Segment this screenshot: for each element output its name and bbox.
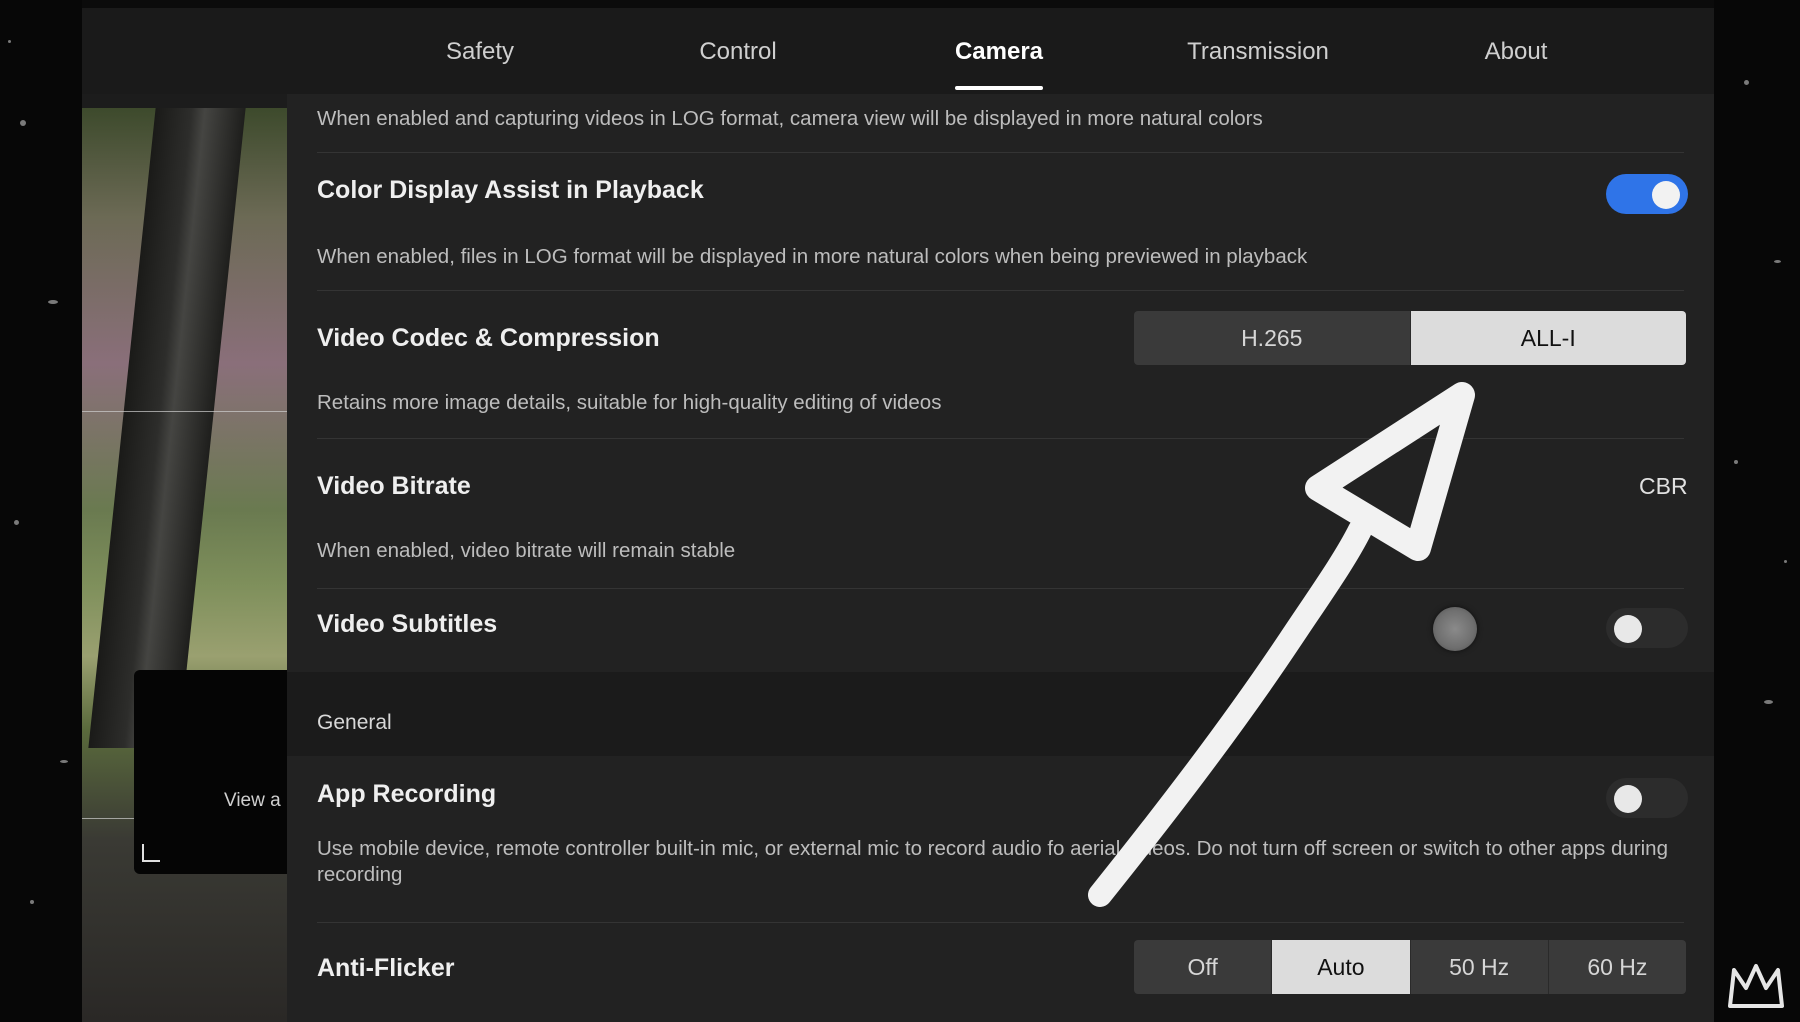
- crown-logo-icon: [1728, 964, 1784, 1008]
- anti-flicker-option-50hz[interactable]: 50 Hz: [1411, 940, 1549, 994]
- color-display-title: Color Display Assist in Playback: [317, 176, 704, 204]
- preview-grid-line: [82, 411, 287, 412]
- tab-safety[interactable]: Safety: [446, 38, 514, 66]
- video-subtitles-toggle[interactable]: [1606, 608, 1688, 648]
- anti-flicker-option-auto[interactable]: Auto: [1272, 940, 1411, 994]
- divider: [317, 438, 1684, 439]
- view-overlay[interactable]: View a: [134, 670, 287, 874]
- divider: [317, 588, 1684, 589]
- tab-control[interactable]: Control: [699, 38, 776, 66]
- log-view-description: When enabled and capturing videos in LOG…: [317, 107, 1263, 130]
- anti-flicker-option-off[interactable]: Off: [1134, 940, 1273, 994]
- general-section-header: [287, 672, 1714, 756]
- video-codec-title: Video Codec & Compression: [317, 324, 660, 352]
- tab-about[interactable]: About: [1485, 38, 1548, 66]
- video-bitrate-description: When enabled, video bitrate will remain …: [317, 539, 736, 562]
- divider: [317, 922, 1684, 923]
- anti-flicker-title: Anti-Flicker: [317, 954, 455, 982]
- toggle-knob: [1652, 181, 1680, 209]
- divider: [317, 290, 1684, 291]
- color-display-description: When enabled, files in LOG format will b…: [317, 245, 1308, 268]
- app-window: View a Safety Control Camera Transmissio…: [82, 8, 1714, 1022]
- tab-transmission[interactable]: Transmission: [1187, 38, 1329, 66]
- divider: [317, 152, 1684, 153]
- tab-camera[interactable]: Camera: [955, 38, 1043, 66]
- preview-pole: [88, 108, 246, 748]
- codec-option-all-i[interactable]: ALL-I: [1410, 311, 1686, 365]
- app-recording-description: Use mobile device, remote controller bui…: [317, 837, 1668, 886]
- general-section-label: General: [317, 711, 392, 734]
- toggle-knob: [1614, 615, 1642, 643]
- anti-flicker-selector: Off Auto 50 Hz 60 Hz: [1134, 940, 1686, 994]
- video-bitrate-value[interactable]: CBR: [1639, 473, 1688, 500]
- app-recording-toggle[interactable]: [1606, 778, 1688, 818]
- touch-indicator: [1433, 607, 1477, 651]
- settings-panel: When enabled and capturing videos in LOG…: [287, 94, 1714, 1022]
- settings-tab-bar: Safety Control Camera Transmission About: [82, 8, 1714, 94]
- view-overlay-text: View a: [224, 790, 281, 811]
- corner-bracket-icon: [142, 844, 160, 862]
- video-bitrate-title: Video Bitrate: [317, 472, 471, 500]
- video-subtitles-title: Video Subtitles: [317, 610, 498, 638]
- anti-flicker-option-60hz[interactable]: 60 Hz: [1549, 940, 1686, 994]
- video-codec-description: Retains more image details, suitable for…: [317, 391, 942, 414]
- app-recording-title: App Recording: [317, 780, 497, 808]
- codec-option-h265[interactable]: H.265: [1134, 311, 1411, 365]
- active-tab-indicator: [955, 86, 1043, 90]
- video-codec-selector: H.265 ALL-I: [1134, 311, 1686, 365]
- color-display-toggle[interactable]: [1606, 174, 1688, 214]
- toggle-knob: [1614, 785, 1642, 813]
- right-frame: [1714, 0, 1800, 1022]
- left-frame: [0, 0, 82, 1022]
- camera-preview: View a: [82, 108, 287, 1022]
